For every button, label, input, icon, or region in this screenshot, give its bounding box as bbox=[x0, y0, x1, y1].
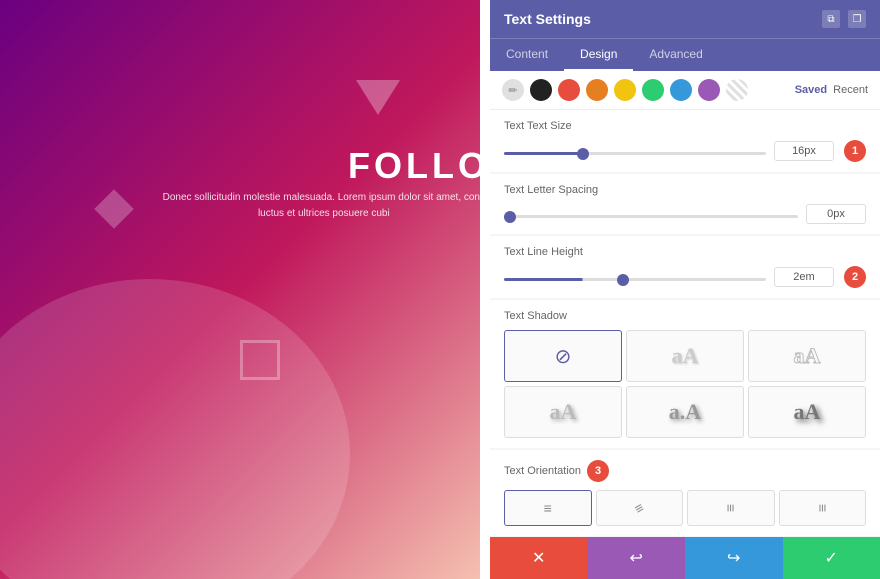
confirm-icon: ✓ bbox=[825, 548, 838, 568]
color-pencil[interactable]: ✏ bbox=[502, 79, 524, 101]
orientation-diagonal[interactable]: ≡ bbox=[596, 490, 684, 526]
line-height-row: 2em 2 bbox=[504, 266, 866, 288]
shadow-normal[interactable]: aA bbox=[504, 386, 622, 438]
color-row: ✏ Saved Recent bbox=[490, 71, 880, 110]
bg-follow-text: FOLLO bbox=[348, 145, 480, 187]
undo-icon: ↩ bbox=[630, 548, 643, 568]
orientation-grid: ≡ ≡ ≡ ≡ bbox=[504, 490, 866, 526]
panel-title: Text Settings bbox=[504, 11, 591, 27]
text-size-slider-container bbox=[504, 142, 766, 160]
redo-icon: ↪ bbox=[727, 548, 740, 568]
badge-2: 2 bbox=[844, 266, 866, 288]
color-striped[interactable] bbox=[726, 79, 748, 101]
confirm-button[interactable]: ✓ bbox=[783, 537, 880, 579]
tab-design[interactable]: Design bbox=[564, 39, 633, 71]
shadow-gray[interactable]: a.A bbox=[626, 386, 744, 438]
letter-spacing-row: 0px bbox=[504, 204, 866, 224]
redo-button[interactable]: ↪ bbox=[685, 537, 783, 579]
letter-spacing-input[interactable]: 0px bbox=[806, 204, 866, 224]
bg-triangle bbox=[356, 80, 400, 115]
orientation-vertical-r[interactable]: ≡ bbox=[687, 490, 775, 526]
text-size-row: 16px 1 bbox=[504, 140, 866, 162]
color-purple[interactable] bbox=[698, 79, 720, 101]
orientation-horizontal[interactable]: ≡ bbox=[504, 490, 592, 526]
color-yellow[interactable] bbox=[614, 79, 636, 101]
panel-header-icons: ⧉ ❐ bbox=[822, 10, 866, 28]
panel-body: ✏ Saved Recent Text Text Size 16px 1 bbox=[490, 71, 880, 537]
letter-spacing-slider[interactable] bbox=[504, 215, 798, 218]
bg-curve bbox=[0, 279, 350, 579]
letter-spacing-label: Text Letter Spacing bbox=[504, 184, 866, 196]
panel-expand-icon[interactable]: ⧉ bbox=[822, 10, 840, 28]
panel-footer: ✕ ↩ ↪ ✓ bbox=[490, 537, 880, 579]
text-orientation-section: Text Orientation 3 ≡ ≡ ≡ ≡ bbox=[490, 450, 880, 536]
cancel-icon: ✕ bbox=[532, 548, 545, 568]
text-size-section: Text Text Size 16px 1 bbox=[490, 110, 880, 172]
shadow-light[interactable]: aA bbox=[626, 330, 744, 382]
badge-3: 3 bbox=[587, 460, 609, 482]
color-black[interactable] bbox=[530, 79, 552, 101]
text-shadow-section: Text Shadow ⊘ aA aA aA a.A aA bbox=[490, 300, 880, 448]
orientation-vertical-l[interactable]: ≡ bbox=[779, 490, 867, 526]
badge-1: 1 bbox=[844, 140, 866, 162]
line-height-label: Text Line Height bbox=[504, 246, 866, 258]
shadow-grid: ⊘ aA aA aA a.A aA bbox=[504, 330, 866, 438]
line-height-slider[interactable] bbox=[504, 278, 766, 281]
shadow-heavy[interactable]: aA bbox=[748, 386, 866, 438]
text-size-slider[interactable] bbox=[504, 152, 766, 155]
recent-label[interactable]: Recent bbox=[833, 84, 868, 96]
text-orientation-label: Text Orientation bbox=[504, 465, 581, 477]
color-red[interactable] bbox=[558, 79, 580, 101]
saved-label[interactable]: Saved bbox=[795, 84, 827, 96]
text-shadow-label: Text Shadow bbox=[504, 310, 866, 322]
line-height-section: Text Line Height 2em 2 bbox=[490, 236, 880, 298]
saved-recent-toggle: Saved Recent bbox=[795, 84, 868, 96]
background-area: FOLLO Donec sollicitudin molestie malesu… bbox=[0, 0, 480, 579]
letter-spacing-slider-container bbox=[504, 205, 798, 223]
panel-tabs: Content Design Advanced bbox=[490, 38, 880, 71]
line-height-input[interactable]: 2em bbox=[774, 267, 834, 287]
color-green[interactable] bbox=[642, 79, 664, 101]
color-blue[interactable] bbox=[670, 79, 692, 101]
tab-content[interactable]: Content bbox=[490, 39, 564, 71]
shadow-outline[interactable]: aA bbox=[748, 330, 866, 382]
panel-header: Text Settings ⧉ ❐ bbox=[490, 0, 880, 38]
text-size-input[interactable]: 16px bbox=[774, 141, 834, 161]
letter-spacing-section: Text Letter Spacing 0px bbox=[490, 174, 880, 234]
cancel-button[interactable]: ✕ bbox=[490, 537, 588, 579]
shadow-none[interactable]: ⊘ bbox=[504, 330, 622, 382]
line-height-slider-container bbox=[504, 268, 766, 286]
bg-body-text: Donec sollicitudin molestie malesuada. L… bbox=[163, 190, 480, 222]
settings-panel: Text Settings ⧉ ❐ Content Design Advance… bbox=[490, 0, 880, 579]
bg-diamond bbox=[94, 189, 134, 229]
tab-advanced[interactable]: Advanced bbox=[633, 39, 718, 71]
panel-collapse-icon[interactable]: ❐ bbox=[848, 10, 866, 28]
text-size-label: Text Text Size bbox=[504, 120, 866, 132]
undo-button[interactable]: ↩ bbox=[588, 537, 686, 579]
color-orange[interactable] bbox=[586, 79, 608, 101]
bg-content: FOLLO Donec sollicitudin molestie malesu… bbox=[0, 0, 480, 579]
